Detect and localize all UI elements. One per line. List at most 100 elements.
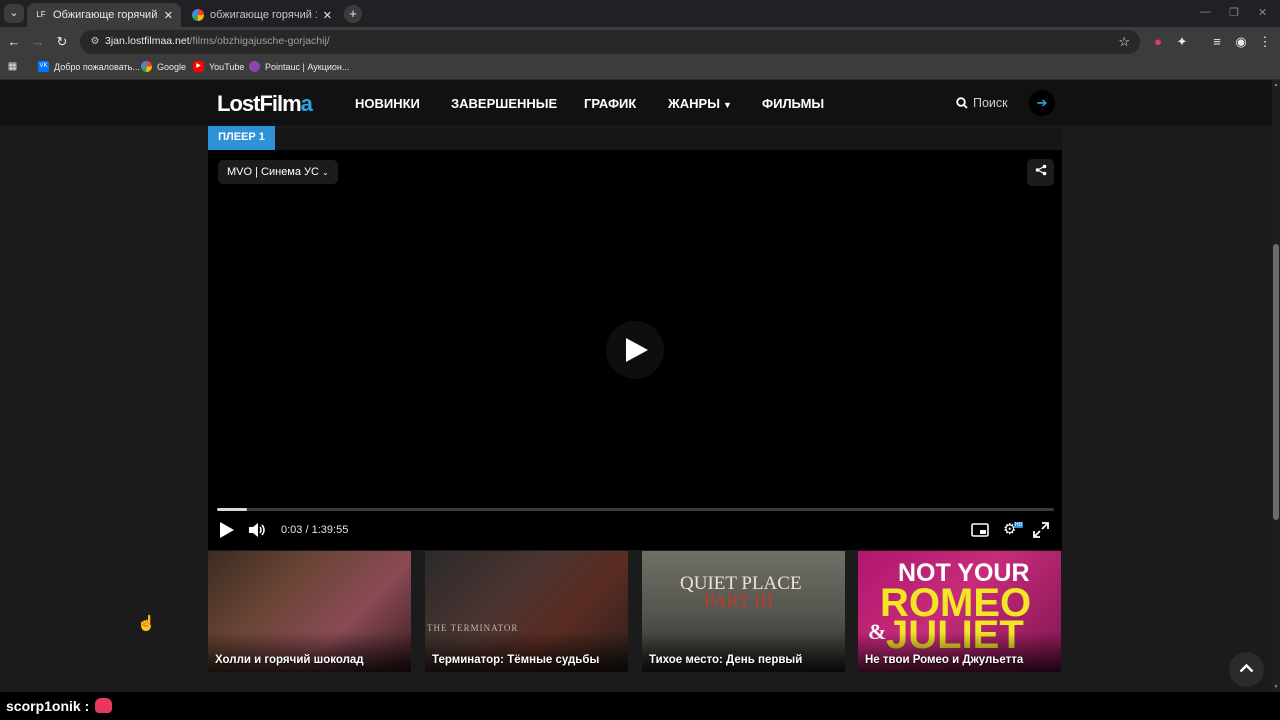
big-play-button[interactable] (606, 321, 664, 379)
current-time: 0:03 (281, 524, 303, 536)
bookmark-label: YouTube (209, 61, 245, 72)
emote-icon (95, 698, 112, 713)
bookmark-label: Добро пожаловать... (54, 61, 140, 72)
related-card[interactable]: NOT YOUR ROMEO & JULIET Не твои Ромео и … (858, 551, 1061, 672)
forward-icon[interactable]: → (29, 33, 47, 51)
chevron-down-icon: ▼ (722, 100, 732, 110)
tab-title: обжигающе горячий 1080 суб (210, 9, 317, 21)
tab-search-button[interactable]: ⌄ (4, 4, 24, 23)
search-button[interactable]: Поиск (956, 96, 1008, 110)
tab-title: Обжигающе горячий (2023) с (53, 9, 158, 21)
address-bar[interactable]: ⚙ 3jan.lostfilmaa.net/films/obzhigajusch… (80, 30, 1140, 54)
seek-bar-fill (217, 508, 248, 511)
media-control-icon[interactable]: ≡ (1208, 33, 1226, 51)
bookmark-label: Google (157, 61, 187, 72)
time-display: 0:03 / 1:39:55 (281, 524, 348, 536)
nav-completed[interactable]: ЗАВЕРШЕННЫЕ (451, 96, 557, 111)
close-tab-icon[interactable]: ✕ (164, 9, 173, 22)
voice-label: MVO | Синема УС (227, 166, 319, 178)
chevron-up-icon (1239, 663, 1254, 673)
scroll-to-top-button[interactable] (1229, 652, 1264, 687)
back-icon[interactable]: ← (5, 33, 23, 51)
related-card[interactable]: Холли и горячий шоколад (208, 551, 411, 672)
reload-icon[interactable]: ↻ (53, 33, 71, 51)
profile-icon[interactable]: ◉ (1232, 33, 1250, 51)
search-label: Поиск (973, 96, 1008, 110)
bookmark-star-icon[interactable]: ☆ (1118, 34, 1130, 50)
bookmark-label: Pointauc | Аукцион... (265, 61, 350, 72)
extension-icon[interactable]: ● (1149, 33, 1167, 51)
menu-kebab-icon[interactable]: ⋮ (1256, 33, 1274, 51)
page-scrollbar[interactable]: ▲ ▼ (1272, 80, 1280, 692)
url-host: 3jan.lostfilmaa.net (105, 35, 190, 47)
card-title: Терминатор: Тёмные судьбы (432, 654, 600, 666)
login-button[interactable]: ➔ (1029, 90, 1055, 116)
site-header: LostFilma НОВИНКИ ЗАВЕРШЕННЫЕ ГРАФИК ЖАН… (0, 80, 1272, 127)
google-icon (141, 61, 152, 72)
play-icon (626, 338, 648, 362)
card-shade (858, 632, 1061, 672)
play-icon (220, 522, 234, 538)
close-tab-icon[interactable]: ✕ (323, 9, 332, 22)
lostfilm-favicon-icon: LF (36, 10, 46, 19)
fullscreen-button[interactable] (1033, 520, 1049, 544)
site-info-icon[interactable]: ⚙ (88, 35, 102, 49)
url-path: /films/obzhigajusche-gorjachij/ (189, 35, 330, 47)
voice-select[interactable]: MVO | Синема УС ⌄ (218, 160, 338, 184)
duration: 1:39:55 (311, 524, 349, 536)
nav-schedule[interactable]: ГРАФИК (584, 96, 636, 111)
nav-genres-label: ЖАНРЫ (668, 96, 720, 111)
url-text[interactable]: 3jan.lostfilmaa.net/films/obzhigajusche-… (105, 35, 330, 47)
player-tab[interactable]: ПЛЕЕР 1 (208, 126, 275, 150)
search-icon (956, 97, 968, 109)
related-card[interactable]: QUIET PLACE PART III Тихое место: День п… (642, 551, 845, 672)
bookmark-item[interactable]: Google (141, 61, 186, 72)
nav-genres[interactable]: ЖАНРЫ ▼ (668, 96, 732, 111)
browser-toolbar: ← → ↻ ⚙ 3jan.lostfilmaa.net/films/obzhig… (0, 27, 1280, 57)
bookmarks-bar: ▦ VK Добро пожаловать... Google ▶ YouTub… (0, 57, 1280, 80)
card-shade (425, 632, 628, 672)
new-tab-button[interactable]: + (344, 5, 362, 23)
volume-button[interactable] (249, 520, 267, 544)
apps-grid-icon[interactable]: ▦ (7, 61, 18, 72)
restore-icon[interactable]: ❐ (1229, 6, 1239, 19)
window-close-icon[interactable]: ✕ (1258, 6, 1267, 19)
pointauc-icon (249, 61, 260, 72)
extensions-puzzle-icon[interactable]: ✦ (1173, 33, 1191, 51)
seek-bar[interactable] (217, 508, 1054, 511)
vk-icon: VK (38, 61, 49, 72)
scroll-thumb[interactable] (1273, 244, 1279, 520)
pip-icon (971, 523, 989, 537)
fullscreen-icon (1033, 522, 1049, 538)
chevron-down-icon: ⌄ (322, 168, 329, 177)
bookmark-item[interactable]: VK Добро пожаловать... (38, 61, 140, 72)
minimize-icon[interactable]: — (1200, 6, 1211, 18)
related-card[interactable]: THE TERMINATOR Терминатор: Тёмные судьбы (425, 551, 628, 672)
share-button[interactable] (1027, 159, 1054, 186)
logo-main: LostFilm (217, 91, 302, 116)
pip-button[interactable] (971, 520, 989, 543)
card-title: Тихое место: День первый (649, 654, 803, 666)
card-shade (208, 632, 411, 672)
nav-films[interactable]: ФИЛЬМЫ (762, 96, 824, 111)
nav-new[interactable]: НОВИНКИ (355, 96, 420, 111)
scroll-up-icon[interactable]: ▲ (1272, 82, 1280, 88)
browser-tabstrip: ⌄ LF Обжигающе горячий (2023) с ✕ обжига… (0, 0, 1280, 27)
bookmark-item[interactable]: ▶ YouTube (193, 61, 244, 72)
overlay-username: scorp1onik : (6, 698, 90, 714)
browser-tab-active[interactable]: LF Обжигающе горячий (2023) с ✕ (27, 3, 181, 27)
google-favicon-icon (192, 9, 204, 21)
card-shade (642, 632, 845, 672)
play-button[interactable] (220, 520, 234, 544)
scroll-down-icon[interactable]: ▼ (1272, 684, 1280, 690)
sign-in-icon: ➔ (1036, 95, 1048, 110)
quality-badge: HD (1014, 522, 1024, 528)
site-logo[interactable]: LostFilma (217, 91, 313, 117)
youtube-icon: ▶ (193, 61, 204, 72)
volume-icon (249, 523, 265, 537)
card-title: Холли и горячий шоколад (215, 654, 364, 666)
share-icon (1035, 164, 1046, 176)
browser-tab[interactable]: обжигающе горячий 1080 суб ✕ (184, 3, 340, 27)
logo-accent: a (300, 91, 313, 116)
bookmark-item[interactable]: Pointauc | Аукцион... (249, 61, 349, 72)
